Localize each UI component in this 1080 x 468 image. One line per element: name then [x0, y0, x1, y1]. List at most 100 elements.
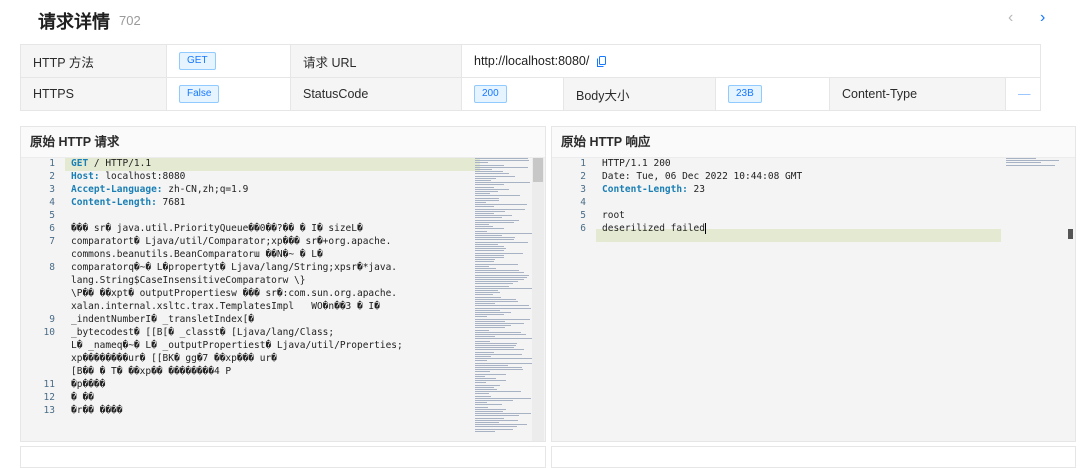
code-text: 23 — [687, 184, 705, 195]
minimap-line — [475, 250, 504, 252]
code-minimap[interactable] — [1004, 158, 1068, 441]
minimap-line — [475, 342, 517, 344]
minimap-line — [1006, 162, 1041, 164]
code-text: HTTP/1.1 200 — [602, 158, 671, 169]
line-number: 5 — [49, 210, 55, 221]
minimap-line — [475, 338, 532, 340]
code-text: localhost:8080 — [99, 171, 186, 182]
code-line: Host: localhost:8080 — [71, 171, 185, 182]
method-tag: GET — [179, 52, 216, 70]
minimap-line — [475, 345, 516, 346]
line-number: 2 — [580, 171, 586, 182]
minimap-line — [475, 281, 518, 283]
line-number: 3 — [580, 184, 586, 195]
code-text: [B�� � T� ��xp�� ��������4 P — [71, 366, 232, 377]
code-line: comparatorq�~� L�propertyt� Ljava/lang/S… — [71, 262, 397, 273]
code-text: ��� sr� java.util.PriorityQueue��0��?�� … — [71, 223, 363, 234]
raw-response-editor[interactable]: 1 2 3 4 5 6 HTTP/1.1 200 Date: Tue, 06 Dec 2022… — [552, 158, 1075, 441]
minimap-line — [475, 292, 500, 294]
minimap-line — [475, 188, 509, 190]
minimap-line — [475, 386, 494, 388]
minimap-line — [475, 162, 488, 164]
minimap-line — [475, 199, 499, 201]
minimap-line — [475, 426, 517, 428]
minimap-line — [475, 202, 486, 203]
minimap-line — [1006, 164, 1055, 166]
status-tag: 200 — [474, 85, 507, 103]
minimap-line — [475, 364, 508, 366]
copy-icon[interactable] — [596, 56, 606, 68]
minimap-line — [475, 237, 515, 239]
minimap-line — [475, 272, 524, 274]
code-line: �p���� — [71, 379, 105, 390]
minimap-line — [475, 160, 529, 162]
code-line: root — [602, 210, 625, 221]
code-text: lang.String$CaseInsensitiveComparatorw \… — [71, 275, 306, 286]
raw-response-title: 原始 HTTP 响应 — [552, 127, 1075, 158]
minimap-line — [475, 380, 506, 382]
minimap-line — [475, 367, 522, 368]
minimap-line — [475, 241, 528, 243]
content-type-label: Content-Type — [829, 77, 1006, 111]
minimap-line — [475, 164, 504, 166]
minimap-line — [475, 336, 495, 338]
minimap-line — [475, 182, 530, 184]
code-text: comparatort� Ljava/util/Comparator;xp���… — [71, 236, 392, 247]
minimap-line — [475, 303, 495, 305]
code-text: zh-CN,zh;q=1.9 — [162, 184, 249, 195]
minimap-line — [475, 283, 513, 285]
code-keyword: GET — [71, 158, 89, 169]
body-size-label: Body大小 — [563, 77, 716, 111]
minimap-line — [475, 408, 506, 410]
line-number: 8 — [49, 262, 55, 273]
minimap-line — [475, 360, 487, 362]
minimap-line — [475, 391, 521, 393]
minimap-line — [475, 171, 503, 173]
next-arrow-icon[interactable]: › — [1040, 9, 1045, 27]
minimap-line — [475, 180, 491, 181]
request-info-table: HTTP 方法 GET 请求 URL http://localhost:8080… — [20, 44, 1041, 111]
minimap-line — [475, 235, 502, 236]
next-panel — [551, 446, 1076, 468]
minimap-line — [475, 358, 532, 360]
minimap-line — [475, 246, 504, 247]
minimap-line — [475, 191, 498, 192]
code-line: Date: Tue, 06 Dec 2022 10:44:08 GMT — [602, 171, 802, 182]
code-line: comparatort� Ljava/util/Comparator;xp���… — [71, 236, 391, 247]
vertical-scrollbar[interactable] — [1063, 158, 1075, 441]
minimap-line — [475, 173, 509, 175]
https-tag: False — [179, 85, 220, 103]
line-number: 9 — [49, 314, 55, 325]
code-line: xalan.internal.xsltc.trax.TemplatesImpl … — [71, 301, 380, 312]
minimap-line — [475, 397, 531, 399]
minimap-line — [475, 290, 498, 291]
minimap-line — [475, 224, 489, 225]
minimap-line — [475, 193, 490, 195]
scrollbar-thumb[interactable] — [533, 158, 543, 182]
code-text: deserilized failed — [602, 223, 705, 234]
code-text: \P�� ��xpt� outputPropertiesw ��� sr�:co… — [71, 288, 398, 299]
minimap-line — [475, 325, 511, 327]
code-line: [B�� � T� ��xp�� ��������4 P — [71, 366, 231, 377]
minimap-line — [475, 294, 493, 296]
raw-request-editor[interactable]: 1 2 3 4 5 6 7 8 9 10 11 12 13 GET / HTTP/1.1 Host: loc… — [21, 158, 545, 441]
prev-arrow-icon[interactable]: ‹ — [1008, 9, 1013, 27]
minimap-line — [475, 415, 519, 417]
code-line: Accept-Language: zh-CN,zh;q=1.9 — [71, 184, 248, 195]
code-text: L� _nameq�~� L� _outputPropertiest� Ljav… — [71, 340, 403, 351]
minimap-line — [475, 384, 500, 386]
line-number: 4 — [580, 197, 586, 208]
minimap-line — [475, 312, 511, 313]
minimap-line — [475, 404, 502, 406]
https-label: HTTPS — [20, 77, 167, 111]
code-line: commons.beanutils.BeanComparatorա ��N�~ … — [71, 249, 323, 260]
minimap-line — [475, 353, 522, 355]
code-line: GET / HTTP/1.1 — [71, 158, 151, 169]
vertical-scrollbar[interactable] — [532, 158, 544, 441]
code-minimap[interactable] — [473, 158, 537, 441]
minimap-line — [475, 195, 520, 197]
minimap-line — [475, 375, 485, 377]
minimap-line — [1006, 160, 1059, 162]
minimap-line — [475, 378, 496, 379]
code-line: xp��������ur� [[BK� gg�7 ��xp��� ur� — [71, 353, 277, 364]
